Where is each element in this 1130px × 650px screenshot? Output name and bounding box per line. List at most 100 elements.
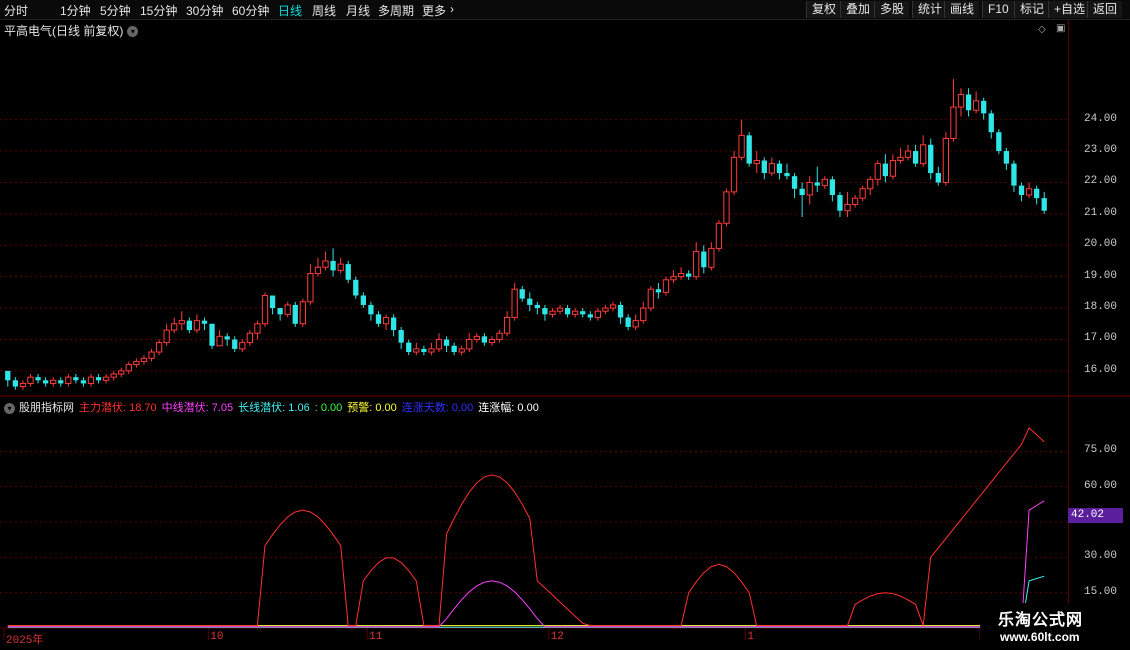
stock-name-label: 平高电气(日线 前复权) xyxy=(4,24,124,38)
candle-body-down xyxy=(330,260,336,271)
legend-item-3: : 0.00 xyxy=(314,402,343,414)
candle-body-up xyxy=(594,310,602,318)
candle-body-down xyxy=(587,314,593,318)
candle-body-down xyxy=(375,314,382,324)
indicator-tick-label: 30.00 xyxy=(1084,550,1118,563)
candle-body-down xyxy=(814,182,820,186)
watermark-url: www.60lt.com xyxy=(1000,630,1080,644)
candle-body-up xyxy=(19,382,27,388)
candle-body-up xyxy=(972,100,980,111)
chevron-down-icon[interactable]: ▾ xyxy=(127,26,139,38)
candle-body-down xyxy=(928,144,934,174)
candle-body-down xyxy=(345,264,351,280)
window-toggle-icon[interactable]: ▣ xyxy=(1056,23,1065,34)
month-label: 2025年 xyxy=(6,635,44,647)
legend-item-5: 连涨天数: 0.00 xyxy=(401,402,474,414)
candle-body-up xyxy=(148,351,155,359)
candle-body-up xyxy=(602,307,609,312)
candle-body-up xyxy=(322,260,329,268)
candle-body-up xyxy=(897,156,904,161)
price-tick-label: 16.00 xyxy=(1084,363,1118,376)
candle-body-up xyxy=(609,304,617,309)
candle-body-down xyxy=(761,160,767,174)
candle-body-up xyxy=(730,156,738,193)
candle-body-down xyxy=(791,176,798,189)
candle-body-up xyxy=(662,279,670,293)
candle-body-down xyxy=(1041,198,1047,211)
candle-body-up xyxy=(920,144,927,165)
candle-body-up xyxy=(511,288,518,318)
candle-body-down xyxy=(390,317,397,331)
candle-body-up xyxy=(874,163,881,180)
candle-body-down xyxy=(564,308,571,315)
price-tick-label: 23.00 xyxy=(1084,144,1118,157)
candle-body-down xyxy=(580,311,586,315)
candle-body-down xyxy=(224,336,230,340)
candle-body-up xyxy=(844,203,851,212)
candle-body-up xyxy=(246,332,254,344)
candle-body-down xyxy=(277,308,283,315)
candle-body-down xyxy=(42,380,49,384)
candle-body-down xyxy=(1011,163,1017,186)
candle-body-down xyxy=(776,163,783,174)
candle-body-down xyxy=(1018,185,1025,196)
candle-body-up xyxy=(556,307,564,312)
indicator-tick-label: 75.00 xyxy=(1084,444,1118,457)
candle-body-up xyxy=(957,94,965,108)
price-tick-label: 18.00 xyxy=(1084,301,1118,314)
candle-body-up xyxy=(950,106,957,139)
candle-body-up xyxy=(715,222,723,249)
month-label: 12 xyxy=(550,631,564,643)
candle-body-down xyxy=(935,173,941,183)
candle-body-up xyxy=(428,348,435,353)
candle-body-up xyxy=(670,276,677,281)
chart-title: 平高电气(日线 前复权) ▾ xyxy=(4,22,139,39)
indicator-tick-label: 15.00 xyxy=(1084,585,1118,598)
candle-body-up xyxy=(87,376,95,384)
candle-body-up xyxy=(314,266,322,275)
indicator-name: 股朋指标网 xyxy=(19,402,74,414)
series-zhongxian-line xyxy=(7,500,1045,628)
candle-body-down xyxy=(829,179,836,196)
chevron-down-icon[interactable]: ▾ xyxy=(4,402,15,414)
candle-body-down xyxy=(360,295,366,305)
candle-body-down xyxy=(965,94,972,111)
candle-body-up xyxy=(867,178,874,190)
legend-item-6: 连涨幅: 0.00 xyxy=(478,402,539,414)
candle-body-up xyxy=(503,316,511,334)
candle-body-up xyxy=(821,178,828,187)
indicator-legend: ▾ 股朋指标网 主力潜伏: 18.70 中线潜伏: 7.05 长线潜伏: 1.06: 0… xyxy=(4,399,544,415)
candle-body-down xyxy=(1003,151,1010,164)
candle-body-down xyxy=(701,251,707,268)
candle-body-up xyxy=(942,137,950,183)
candle-body-down xyxy=(353,279,359,296)
candle-body-up xyxy=(859,188,866,199)
candle-body-up xyxy=(904,150,912,158)
legend-item-2: 长线潜伏: 1.06 xyxy=(238,402,310,414)
candle-body-down xyxy=(799,188,805,196)
right-side-panel[interactable] xyxy=(1120,19,1130,650)
candle-body-up xyxy=(640,307,647,322)
price-tick-label: 20.00 xyxy=(1084,238,1118,251)
candle-body-up xyxy=(284,304,291,315)
candle-body-up xyxy=(27,376,34,384)
legend-item-4: 预警: 0.00 xyxy=(347,402,397,414)
candle-body-down xyxy=(398,330,404,343)
candle-body-up xyxy=(216,335,223,347)
candle-body-up xyxy=(632,320,639,328)
candle-body-down xyxy=(35,377,41,381)
candle-body-up xyxy=(889,159,897,177)
candle-body-down xyxy=(1034,188,1040,199)
candle-body-up xyxy=(307,273,314,303)
candle-body-up xyxy=(133,360,140,366)
candle-body-down xyxy=(996,132,1002,152)
candle-body-up xyxy=(178,320,185,325)
candle-body-down xyxy=(232,339,238,349)
candle-body-down xyxy=(912,151,919,164)
candle-body-down xyxy=(443,339,450,346)
candle-body-down xyxy=(882,163,888,177)
stock-chart[interactable] xyxy=(0,0,1130,650)
candle-body-up xyxy=(488,338,496,344)
diamond-icon[interactable]: ◇ xyxy=(1038,24,1046,35)
candle-body-down xyxy=(527,298,533,305)
